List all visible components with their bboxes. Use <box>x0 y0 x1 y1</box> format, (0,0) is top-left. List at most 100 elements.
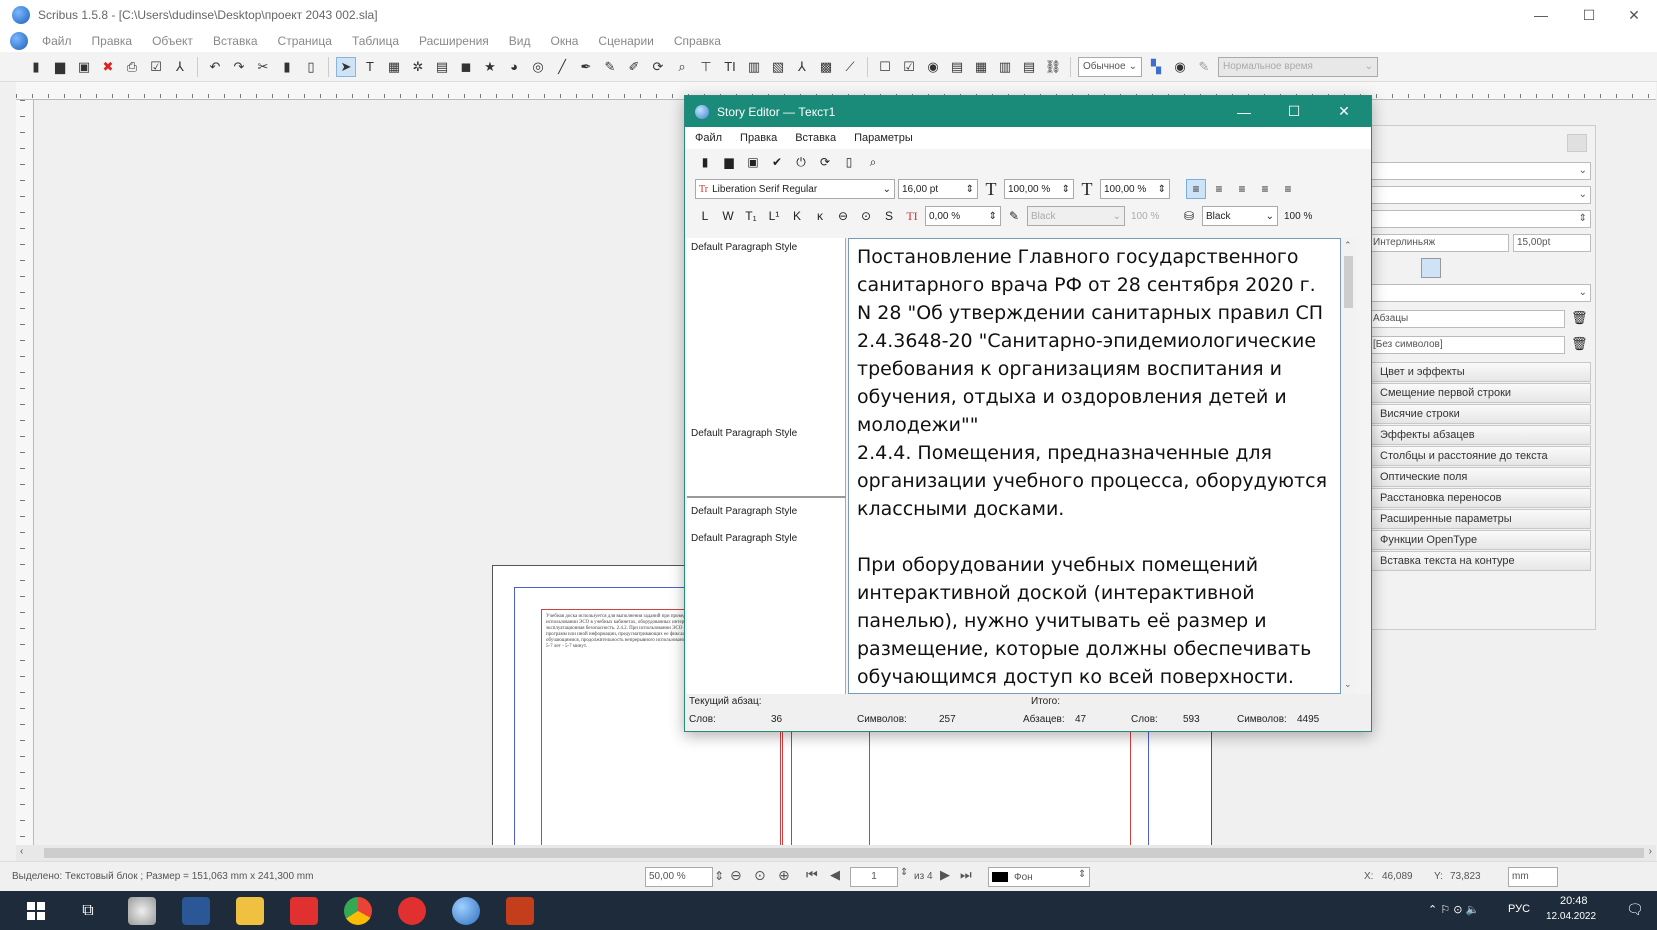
scroll-left-icon[interactable]: ‹ <box>20 846 23 857</box>
section-color-effects[interactable]: Цвет и эффекты <box>1369 362 1591 382</box>
section-optical-margins[interactable]: Оптические поля <box>1369 467 1591 487</box>
font-select[interactable]: Tr Liberation Serif Regular ⌄ <box>695 179 895 199</box>
start-icon[interactable] <box>22 897 50 925</box>
editor-minimize-button[interactable]: — <box>1221 96 1267 127</box>
story-text-area[interactable]: Постановление Главного государственного … <box>848 238 1341 694</box>
bezier-icon[interactable]: ✒ <box>576 57 596 77</box>
copy-properties-icon[interactable]: ▩ <box>816 57 836 77</box>
menu-help[interactable]: Справка <box>674 34 721 48</box>
pdf-radio-icon[interactable]: ◉ <box>923 57 943 77</box>
section-paragraph-effects[interactable]: Эффекты абзацев <box>1369 425 1591 445</box>
paragraph-style-label[interactable]: Default Paragraph Style <box>691 428 797 439</box>
chrome-icon[interactable] <box>344 897 372 925</box>
apply-changes-icon[interactable]: ✔ <box>767 152 787 172</box>
tray-icons[interactable]: ⌃ ⚐ ⊙ 🔈 <box>1428 903 1479 916</box>
color-wheel-icon[interactable]: ▚ <box>1146 57 1166 77</box>
spiral-icon[interactable]: ◎ <box>528 57 548 77</box>
maximize-button[interactable]: ☐ <box>1566 0 1612 30</box>
first-page-icon[interactable]: ⏮ <box>806 867 818 883</box>
pdf-checkbox-icon[interactable]: ☑ <box>899 57 919 77</box>
panel-field-2[interactable]: ⌄ <box>1369 186 1591 204</box>
section-orphans[interactable]: Висячие строки <box>1369 404 1591 424</box>
select-tool-icon[interactable]: ➤ <box>336 56 356 77</box>
fill-color-select[interactable]: Black ⌄ <box>1202 206 1278 226</box>
layer-select[interactable]: Фон <box>988 867 1090 887</box>
save-icon[interactable]: ▣ <box>74 57 94 77</box>
cut-icon[interactable]: ✂ <box>253 57 273 77</box>
editor-menu-file[interactable]: Файл <box>695 132 722 144</box>
pdf-textfield-icon[interactable]: ▥ <box>995 57 1015 77</box>
section-opentype[interactable]: Функции OpenType <box>1369 530 1591 550</box>
menu-insert[interactable]: Вставка <box>213 34 258 48</box>
editor-close-button[interactable]: ✕ <box>1321 96 1367 127</box>
copy-icon[interactable]: ▮ <box>277 57 297 77</box>
section-advanced[interactable]: Расширенные параметры <box>1369 509 1591 529</box>
menu-file[interactable]: Файл <box>42 34 72 48</box>
last-page-icon[interactable]: ⏭ <box>960 867 972 883</box>
scroll-up-icon[interactable]: ⌃ <box>1344 240 1352 251</box>
language-indicator[interactable]: РУС <box>1508 903 1530 915</box>
app-icon[interactable] <box>128 897 156 925</box>
unlink-frames-icon[interactable]: ▧ <box>768 57 788 77</box>
strikethrough-icon[interactable]: ⊖ <box>833 206 853 226</box>
editor-maximize-button[interactable]: ☐ <box>1271 96 1317 127</box>
search-icon[interactable]: ⌕ <box>863 152 883 172</box>
render-frame-icon[interactable]: ✲ <box>408 57 428 77</box>
linespacing-value-field[interactable]: 15,00pt <box>1513 234 1591 252</box>
zoom-icon[interactable]: ⌕ <box>672 57 692 77</box>
menu-view[interactable]: Вид <box>509 34 531 48</box>
trash-icon[interactable]: 🗑 <box>1571 310 1589 328</box>
page-number-field[interactable]: 1 <box>850 867 898 887</box>
clear-text-icon[interactable]: ▮ <box>695 152 715 172</box>
line-icon[interactable]: ╱ <box>552 57 572 77</box>
paragraph-style-label[interactable]: Default Paragraph Style <box>691 242 797 253</box>
menu-object[interactable]: Объект <box>152 34 193 48</box>
panel-field-1[interactable]: ⌄ <box>1369 162 1591 180</box>
mode-select[interactable]: Обычное ⌄ <box>1078 56 1142 77</box>
pdf-combobox-icon[interactable]: ▤ <box>947 57 967 77</box>
edit-text-icon[interactable]: ⊤ <box>696 57 716 77</box>
zoom-spin-icon[interactable]: ⇕ <box>714 869 724 883</box>
zoom-out-icon[interactable]: ⊖ <box>730 867 742 884</box>
scale-height-field[interactable]: 100,00 % ⇕ <box>1100 179 1170 199</box>
all-caps-icon[interactable]: K <box>787 206 807 226</box>
section-first-line-offset[interactable]: Смещение первой строки <box>1369 383 1591 403</box>
panel-field-3[interactable]: ⇕ <box>1369 210 1591 228</box>
zoom-100-icon[interactable]: ⊙ <box>754 867 766 884</box>
scroll-down-icon[interactable]: ⌄ <box>1344 679 1352 690</box>
align-left-icon[interactable]: ≡ <box>1186 179 1206 199</box>
hscroll-thumb[interactable] <box>44 848 1644 858</box>
polygon-icon[interactable]: ★ <box>480 57 500 77</box>
align-justify-icon[interactable]: ≡ <box>1255 179 1275 199</box>
page-spin-icon[interactable]: ⇕ <box>900 867 908 878</box>
table-icon[interactable]: ▤ <box>432 57 452 77</box>
clock-date[interactable]: 12.04.2022 <box>1546 911 1596 922</box>
paste-icon[interactable]: ▯ <box>301 57 321 77</box>
update-frame-icon[interactable]: ⟳ <box>815 152 835 172</box>
scale-width-field[interactable]: 100,00 % ⇕ <box>1004 179 1074 199</box>
zoom-field[interactable]: 50,00 % <box>645 867 713 887</box>
align-forced-icon[interactable]: ≡ <box>1278 179 1298 199</box>
arc-icon[interactable]: ◕ <box>504 57 524 77</box>
panel-close-box[interactable] <box>1567 134 1587 152</box>
paragraph-style-label[interactable]: Default Paragraph Style <box>691 506 797 517</box>
align-icon[interactable] <box>1421 258 1441 278</box>
notifications-icon[interactable]: 🗨 <box>1626 901 1644 918</box>
shadow-icon[interactable]: S <box>879 206 899 226</box>
link-frames-icon[interactable]: ▥ <box>744 57 764 77</box>
load-file-icon[interactable]: ▆ <box>719 152 739 172</box>
freehand-icon[interactable]: ✎ <box>600 57 620 77</box>
small-caps-icon[interactable]: ĸ <box>810 206 830 226</box>
yandex-icon[interactable] <box>290 897 318 925</box>
open-icon[interactable]: ▆ <box>50 57 70 77</box>
measure-icon[interactable]: ⅄ <box>792 57 812 77</box>
pdf-export-icon[interactable]: ⅄ <box>170 57 190 77</box>
superscript-icon[interactable]: L¹ <box>764 206 784 226</box>
outline-icon[interactable]: ⊙ <box>856 206 876 226</box>
section-columns-distances[interactable]: Столбцы и расстояние до текста <box>1369 446 1591 466</box>
pdf-pushbutton-icon[interactable]: ☐ <box>875 57 895 77</box>
text-scrollbar[interactable]: ⌃ ⌄ <box>1341 238 1356 694</box>
scroll-right-icon[interactable]: › <box>1649 846 1652 857</box>
shape-icon[interactable]: ◼ <box>456 57 476 77</box>
powerpoint-icon[interactable] <box>506 897 534 925</box>
